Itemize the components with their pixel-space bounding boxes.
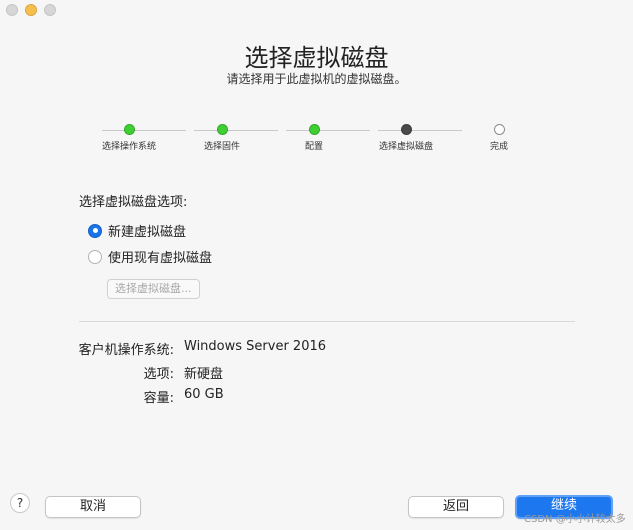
step-select-os: 选择操作系统 <box>89 124 169 152</box>
step-label: 选择固件 <box>203 142 240 152</box>
new-disk-label[interactable]: 新建虚拟磁盘 <box>108 221 186 240</box>
vm-assistant-window: 选择虚拟磁盘 请选择用于此虚拟机的虚拟磁盘。 选择操作系统 选择固件 配置 选择… <box>0 0 633 530</box>
page-title: 选择虚拟磁盘 <box>244 44 389 72</box>
minimize-window-button[interactable] <box>25 4 37 16</box>
step-done-dot <box>308 124 320 135</box>
new-disk-option[interactable]: 新建虚拟磁盘 <box>88 221 186 240</box>
capacity-value: 60 GB <box>184 387 224 402</box>
back-button[interactable]: 返回 <box>408 496 504 518</box>
radio-unselected-icon[interactable] <box>88 249 102 264</box>
step-label: 选择虚拟磁盘 <box>378 142 433 152</box>
close-window-button[interactable] <box>6 4 18 16</box>
step-finish: 完成 <box>459 124 539 152</box>
step-label: 选择操作系统 <box>101 142 156 152</box>
step-current-dot <box>400 124 412 135</box>
step-select-firmware: 选择固件 <box>182 124 262 152</box>
help-button[interactable]: ? <box>10 493 30 513</box>
divider <box>79 321 575 322</box>
window-controls <box>6 4 56 16</box>
step-label: 完成 <box>489 142 508 152</box>
capacity-key: 容量: <box>143 391 174 406</box>
watermark: CSDN @小小计较太多 <box>524 514 626 525</box>
step-label: 配置 <box>304 142 323 152</box>
existing-disk-label[interactable]: 使用现有虚拟磁盘 <box>108 247 212 266</box>
cancel-button[interactable]: 取消 <box>45 496 141 518</box>
existing-disk-option[interactable]: 使用现有虚拟磁盘 <box>88 247 212 266</box>
step-done-dot <box>123 124 135 135</box>
radio-selected-icon[interactable] <box>88 223 102 238</box>
step-configure: 配置 <box>274 124 354 152</box>
choose-disk-button[interactable]: 选择虚拟磁盘... <box>107 279 200 299</box>
disk-options-heading: 选择虚拟磁盘选项: <box>79 195 188 210</box>
guest-os-key: 客户机操作系统: <box>78 343 174 358</box>
step-done-dot <box>216 124 228 135</box>
option-key: 选项: <box>143 367 174 382</box>
step-select-disk: 选择虚拟磁盘 <box>366 124 446 152</box>
zoom-window-button[interactable] <box>44 4 56 16</box>
guest-os-value: Windows Server 2016 <box>184 339 327 354</box>
progress-steps: 选择操作系统 选择固件 配置 选择虚拟磁盘 完成 <box>96 124 516 164</box>
option-value: 新硬盘 <box>184 367 224 382</box>
page-subtitle: 请选择用于此虚拟机的虚拟磁盘。 <box>226 72 407 86</box>
step-todo-dot <box>493 124 505 135</box>
